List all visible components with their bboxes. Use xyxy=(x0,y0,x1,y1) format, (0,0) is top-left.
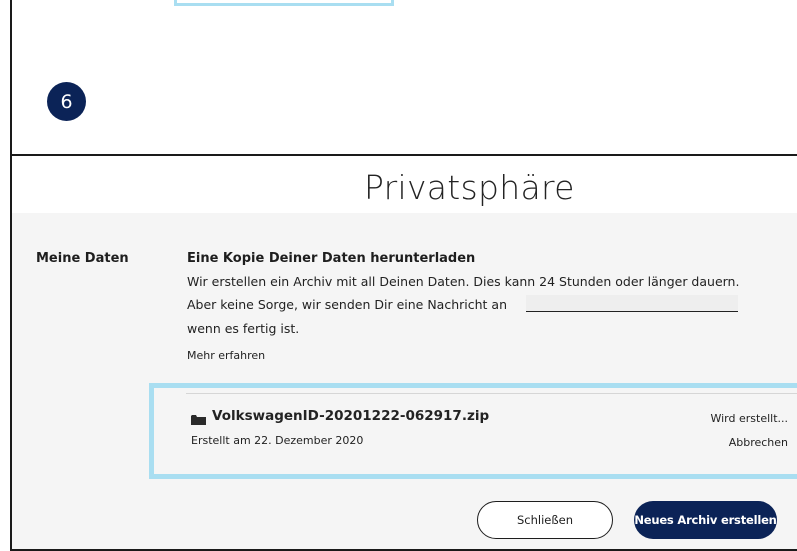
archive-created-date: Erstellt am 22. Dezember 2020 xyxy=(191,434,364,447)
modal-body: Meine Daten Eine Kopie Deiner Daten heru… xyxy=(12,213,797,549)
close-button[interactable]: Schließen xyxy=(477,501,613,539)
modal-title: Privatsphäre xyxy=(364,168,575,207)
folder-icon xyxy=(191,415,206,425)
archive-file-name: VolkswagenID-20201222-062917.zip xyxy=(212,408,490,424)
description-line-3: wenn es fertig ist. xyxy=(187,321,300,336)
privacy-modal: Privatsphäre Meine Daten Eine Kopie Dein… xyxy=(10,154,797,551)
new-archive-button[interactable]: Neues Archiv erstellen xyxy=(634,501,777,539)
new-archive-button-label: Neues Archiv erstellen xyxy=(634,513,777,527)
description-line-2: Aber keine Sorge, wir senden Dir eine Na… xyxy=(187,297,507,312)
step-number-badge: 6 xyxy=(47,82,86,121)
archive-status: Wird erstellt... xyxy=(710,412,788,425)
section-heading: Eine Kopie Deiner Daten herunterladen xyxy=(187,251,476,266)
divider xyxy=(186,393,797,394)
cancel-link[interactable]: Abbrechen xyxy=(729,436,788,449)
section-label: Meine Daten xyxy=(36,251,129,266)
description-line-1: Wir erstellen ein Archiv mit all Deinen … xyxy=(187,274,740,289)
outer-frame-line xyxy=(10,0,12,155)
archive-item: VolkswagenID-20201222-062917.zip Erstell… xyxy=(149,383,797,479)
learn-more-link[interactable]: Mehr erfahren xyxy=(187,349,265,362)
top-highlight-frame xyxy=(174,0,394,6)
redacted-email xyxy=(526,295,738,312)
step-number: 6 xyxy=(60,90,73,113)
close-button-label: Schließen xyxy=(517,513,573,527)
modal-header: Privatsphäre xyxy=(12,156,797,213)
